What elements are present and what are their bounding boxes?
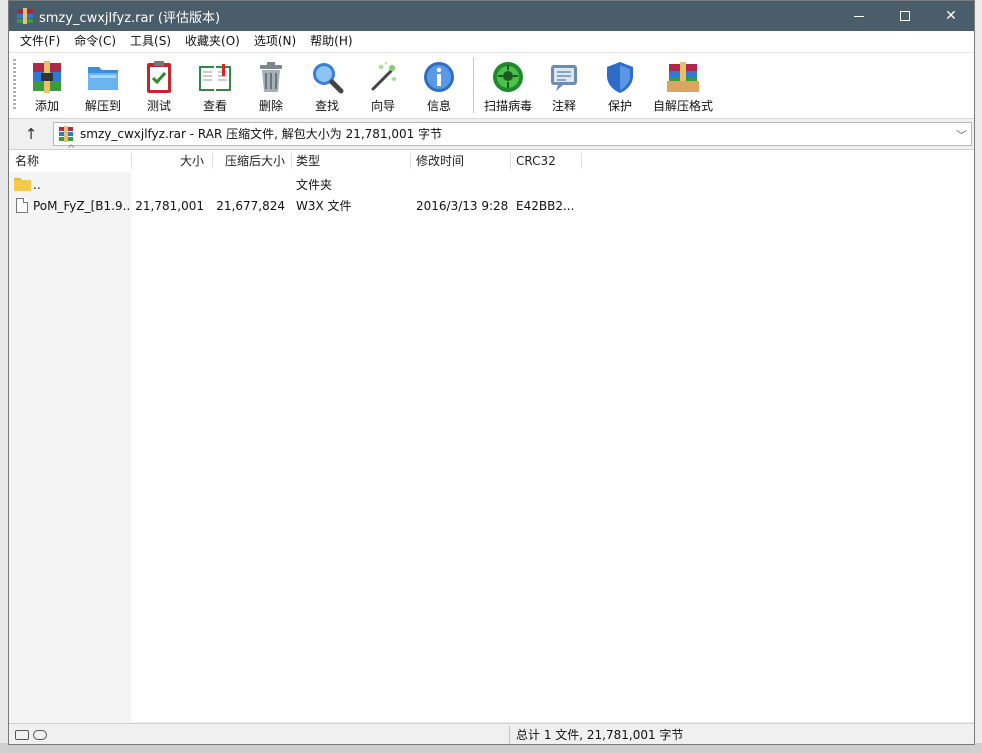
maximize-icon: [900, 11, 910, 21]
shield-icon: [601, 59, 639, 95]
status-text: 总计 1 文件, 21,781,001 字节: [516, 728, 684, 742]
file-icon: [16, 198, 28, 213]
delete-button[interactable]: 删除: [243, 53, 299, 115]
file-packed-size: [213, 175, 285, 195]
file-name: PoM_FyZ_[B1.9...: [33, 199, 131, 213]
file-crc32: [516, 175, 581, 195]
window-controls: ✕: [836, 1, 974, 31]
close-icon: ✕: [945, 8, 957, 24]
toolbar: 添加 解压到 测试 查看 删除 查找 向导 信息 扫描病毒 注释 保护 自解压格…: [9, 52, 974, 118]
info-button[interactable]: 信息: [411, 53, 467, 115]
test-clipboard-icon: [140, 59, 178, 95]
toolbar-grip[interactable]: [13, 59, 16, 111]
test-label: 测试: [146, 99, 171, 113]
column-header-name[interactable]: 名称: [15, 150, 115, 172]
column-header-type[interactable]: 类型: [296, 150, 406, 172]
menu-bar: 文件(F) 命令(C) 工具(S) 收藏夹(O) 选项(N) 帮助(H): [9, 31, 974, 52]
magnifier-icon: [308, 59, 346, 95]
add-button[interactable]: 添加: [19, 53, 75, 115]
file-size: [132, 175, 204, 195]
info-icon: [420, 59, 458, 95]
view-label: 查看: [202, 99, 227, 113]
chevron-down-icon[interactable]: ﹀: [956, 127, 967, 143]
minimize-icon: [854, 15, 864, 17]
address-text: smzy_cwxjlfyz.rar - RAR 压缩文件, 解包大小为 21,7…: [80, 127, 443, 141]
rar-archive-icon: [58, 125, 74, 142]
comment-label: 注释: [551, 99, 576, 113]
folder-extract-icon: [84, 59, 122, 95]
view-button[interactable]: 查看: [187, 53, 243, 115]
arrow-up-icon: ↑: [24, 124, 38, 143]
find-button[interactable]: 查找: [299, 53, 355, 115]
sfx-button[interactable]: 自解压格式: [648, 53, 718, 115]
table-row[interactable]: PoM_FyZ_[B1.9... 21,781,001 21,677,824 W…: [9, 196, 974, 216]
scan-virus-label: 扫描病毒: [483, 99, 532, 113]
drive-icon[interactable]: [15, 729, 29, 740]
file-list: 名称 ^ 大小 压缩后大小 类型 修改时间 CRC32 .. 文件夹 PoM_F: [9, 144, 974, 723]
title-bar[interactable]: smzy_cwxjlfyz.rar (评估版本) ✕: [9, 1, 974, 31]
file-name: ..: [33, 178, 41, 192]
file-modified: [416, 175, 511, 195]
delete-label: 删除: [258, 99, 283, 113]
up-one-level-button[interactable]: ↑: [9, 120, 53, 148]
column-header-size[interactable]: 大小: [132, 150, 204, 172]
address-bar: ↑ smzy_cwxjlfyz.rar - RAR 压缩文件, 解包大小为 21…: [9, 118, 974, 148]
protect-button[interactable]: 保护: [592, 53, 648, 115]
winrar-app-icon: [17, 8, 33, 24]
extract-to-button[interactable]: 解压到: [75, 53, 131, 115]
scan-virus-button[interactable]: 扫描病毒: [480, 53, 536, 115]
book-view-icon: [196, 59, 234, 95]
comment-button[interactable]: 注释: [536, 53, 592, 115]
find-label: 查找: [314, 99, 339, 113]
sfx-box-icon: [664, 59, 702, 95]
menu-tools[interactable]: 工具(S): [123, 31, 178, 52]
menu-help[interactable]: 帮助(H): [303, 31, 359, 52]
minimize-button[interactable]: [836, 1, 882, 31]
status-bar: 总计 1 文件, 21,781,001 字节: [9, 723, 974, 744]
virus-scan-icon: [489, 59, 527, 95]
file-modified: 2016/3/13 9:28: [416, 199, 509, 213]
menu-commands[interactable]: 命令(C): [67, 31, 123, 52]
menu-file[interactable]: 文件(F): [13, 31, 67, 52]
sfx-label: 自解压格式: [652, 99, 713, 113]
status-icons: [9, 729, 509, 740]
add-label: 添加: [34, 99, 59, 113]
wizard-label: 向导: [370, 99, 395, 113]
wizard-button[interactable]: 向导: [355, 53, 411, 115]
protect-label: 保护: [607, 99, 632, 113]
comment-icon: [545, 59, 583, 95]
close-button[interactable]: ✕: [928, 1, 974, 31]
add-archive-icon: [28, 59, 66, 95]
test-button[interactable]: 测试: [131, 53, 187, 115]
file-list-header: 名称 ^ 大小 压缩后大小 类型 修改时间 CRC32: [9, 144, 974, 172]
toolbar-separator: [473, 57, 474, 113]
key-icon[interactable]: [33, 729, 47, 740]
column-header-packed-size[interactable]: 压缩后大小: [213, 150, 285, 172]
menu-options[interactable]: 选项(N): [247, 31, 303, 52]
magic-wand-icon: [364, 59, 402, 95]
file-type: W3X 文件: [296, 199, 352, 213]
column-header-modified[interactable]: 修改时间: [416, 150, 511, 172]
column-header-crc32[interactable]: CRC32: [516, 150, 581, 172]
trash-icon: [252, 59, 290, 95]
file-size: 21,781,001: [135, 199, 204, 213]
name-column-highlight: [9, 172, 131, 723]
sort-ascending-icon: ^: [67, 144, 76, 155]
maximize-button[interactable]: [882, 1, 928, 31]
address-field[interactable]: smzy_cwxjlfyz.rar - RAR 压缩文件, 解包大小为 21,7…: [53, 121, 972, 146]
info-label: 信息: [426, 99, 451, 113]
table-row[interactable]: .. 文件夹: [9, 175, 974, 195]
menu-favorites[interactable]: 收藏夹(O): [178, 31, 247, 52]
window-title: smzy_cwxjlfyz.rar (评估版本): [39, 10, 221, 26]
folder-icon: [14, 178, 31, 191]
file-crc32: E42BB2...: [516, 199, 575, 213]
file-type: 文件夹: [296, 178, 333, 192]
winrar-window: smzy_cwxjlfyz.rar (评估版本) ✕ 文件(F) 命令(C) 工…: [8, 0, 975, 745]
file-packed-size: 21,677,824: [216, 199, 285, 213]
extract-to-label: 解压到: [84, 99, 121, 113]
